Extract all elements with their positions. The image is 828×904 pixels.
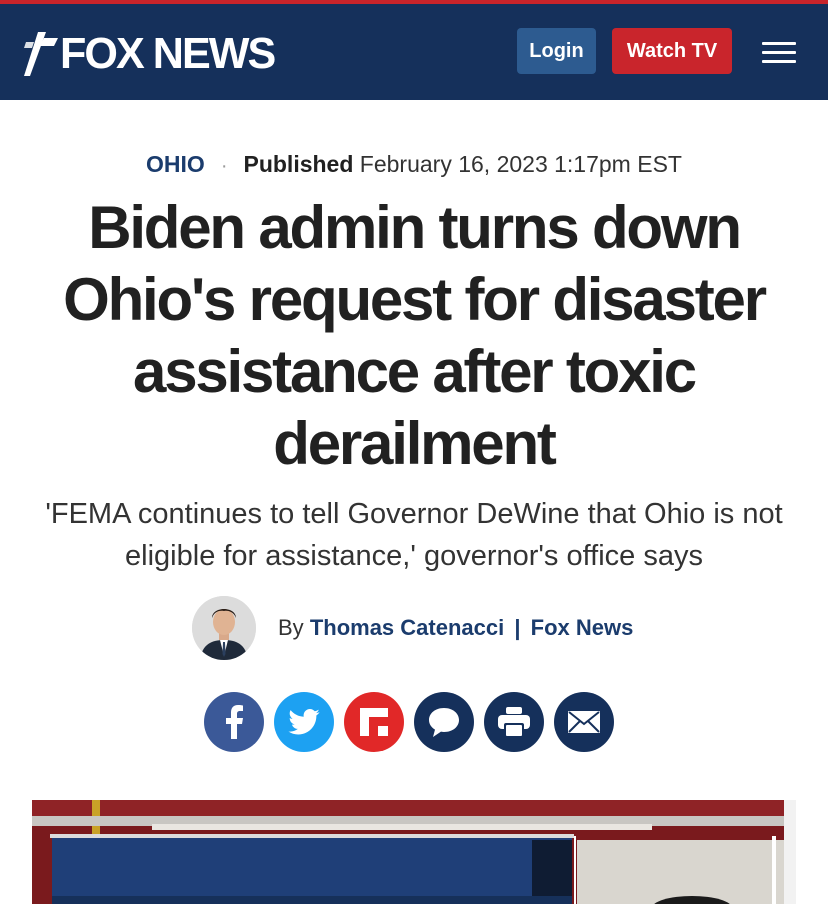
article-headline: Biden admin turns down Ohio's request fo… — [63, 194, 767, 477]
hero-image[interactable] — [32, 800, 796, 904]
twitter-share-button[interactable] — [274, 692, 334, 752]
author-org-link[interactable]: Fox News — [531, 615, 634, 640]
byline-text: By Thomas Catenacci | Fox News — [278, 615, 633, 641]
print-share-button[interactable] — [484, 692, 544, 752]
watch-tv-button[interactable]: Watch TV — [612, 28, 732, 74]
logo-wordmark: FOX NEWS — [60, 29, 276, 78]
author-avatar[interactable] — [192, 596, 256, 660]
print-icon — [498, 707, 530, 737]
email-share-button[interactable] — [554, 692, 614, 752]
author-link[interactable]: Thomas Catenacci — [310, 615, 504, 640]
fox-news-logo[interactable]: FOX NEWS — [24, 28, 279, 80]
twitter-icon — [288, 709, 320, 735]
menu-icon[interactable] — [762, 42, 796, 64]
flipboard-share-button[interactable] — [344, 692, 404, 752]
site-header: FOX NEWS Login Watch TV — [0, 4, 828, 100]
meta-separator: · — [220, 155, 228, 177]
by-label: By — [278, 615, 304, 640]
category-link[interactable]: OHIO — [146, 151, 205, 177]
facebook-icon — [226, 705, 243, 739]
login-button[interactable]: Login — [517, 28, 596, 74]
byline: By Thomas Catenacci | Fox News — [192, 596, 633, 660]
byline-separator: | — [514, 615, 521, 640]
article-subhead: 'FEMA continues to tell Governor DeWine … — [45, 498, 783, 572]
fox-news-logo-mark-icon — [24, 32, 58, 76]
published-label: Published — [243, 151, 354, 177]
flipboard-icon — [360, 708, 388, 736]
email-icon — [568, 711, 600, 733]
article-meta: OHIO · Published February 16, 2023 1:17pm … — [0, 150, 828, 180]
comments-icon — [429, 708, 459, 737]
publish-date: February 16, 2023 1:17pm EST — [359, 151, 682, 177]
facebook-share-button[interactable] — [204, 692, 264, 752]
comments-share-button[interactable] — [414, 692, 474, 752]
